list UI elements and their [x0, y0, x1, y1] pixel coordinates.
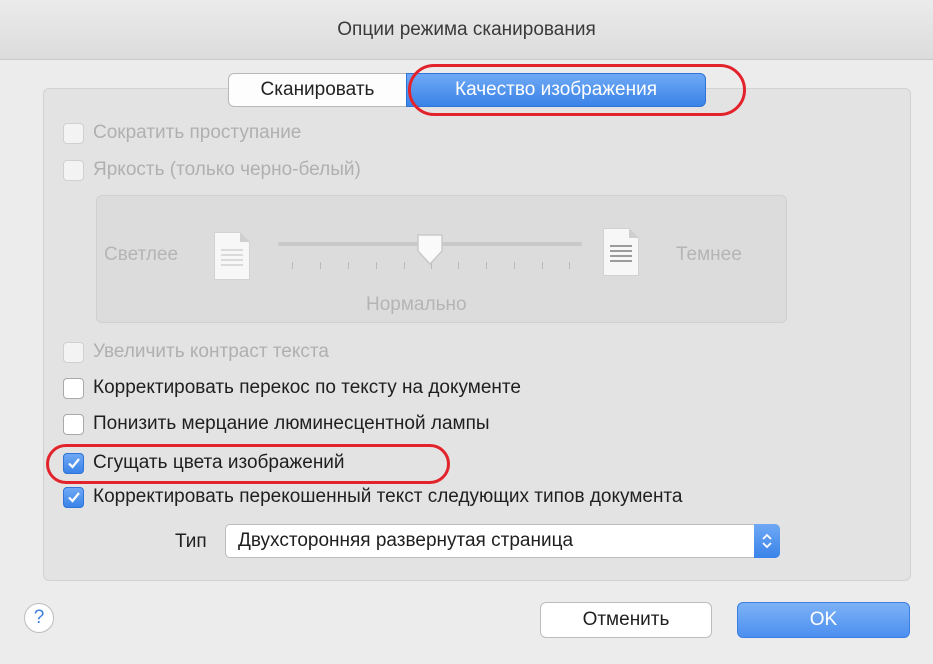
select-arrows-icon	[754, 524, 780, 558]
dark-document-icon	[603, 228, 639, 276]
type-select-value: Двухсторонняя развернутая страница	[238, 530, 574, 551]
option-label: Сократить проступание	[93, 122, 302, 143]
checkbox[interactable]	[63, 413, 84, 435]
checkmark-icon	[67, 492, 80, 503]
checkbox	[63, 341, 84, 363]
option-reduce-bleed: Сократить проступание	[63, 122, 301, 144]
option-reduce-flicker[interactable]: Понизить мерцание люминесцентной лампы	[63, 413, 490, 435]
checkbox	[63, 122, 84, 144]
option-text-contrast: Увеличить контраст текста	[63, 341, 329, 363]
option-skew-document-types[interactable]: Корректировать перекошенный текст следую…	[63, 486, 683, 508]
option-label: Корректировать перекошенный текст следую…	[93, 486, 683, 507]
highlight-ring-tab	[408, 64, 746, 116]
option-label: Увеличить контраст текста	[93, 341, 329, 362]
help-button[interactable]: ?	[24, 603, 54, 633]
option-label: Понизить мерцание люминесцентной лампы	[93, 413, 490, 434]
cancel-button[interactable]: Отменить	[540, 602, 712, 638]
type-label: Тип	[175, 531, 207, 552]
option-label: Корректировать перекос по тексту на доку…	[93, 377, 521, 398]
light-document-icon	[214, 232, 250, 280]
option-label: Яркость (только черно-белый)	[93, 159, 361, 180]
lighter-label: Светлее	[104, 244, 179, 265]
slider-value-label: Нормально	[366, 294, 467, 315]
tab-scan[interactable]: Сканировать	[228, 73, 406, 107]
highlight-ring-option	[46, 444, 450, 484]
ok-button[interactable]: OK	[737, 602, 910, 638]
option-brightness: Яркость (только черно-белый)	[63, 159, 361, 181]
checkbox	[63, 159, 84, 181]
option-deskew-text[interactable]: Корректировать перекос по тексту на доку…	[63, 377, 521, 399]
checkbox[interactable]	[63, 377, 84, 399]
darker-label: Темнее	[676, 244, 742, 265]
title-bar: Опции режима сканирования	[0, 0, 933, 60]
window-title: Опции режима сканирования	[337, 19, 596, 40]
brightness-slider-thumb	[417, 234, 443, 266]
checkbox-checked[interactable]	[63, 486, 84, 508]
type-select[interactable]: Двухсторонняя развернутая страница	[225, 524, 780, 558]
